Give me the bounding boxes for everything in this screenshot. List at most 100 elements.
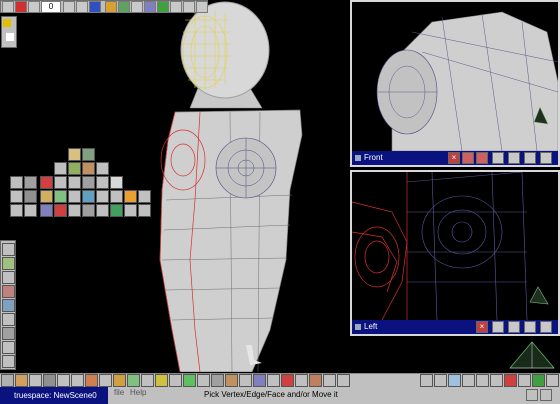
primitive-tool[interactable] bbox=[68, 148, 81, 161]
front-viewport-nav-icon[interactable] bbox=[476, 152, 488, 164]
object-tool[interactable] bbox=[337, 374, 350, 387]
status-tool[interactable] bbox=[540, 389, 552, 401]
side-tool[interactable] bbox=[2, 243, 15, 256]
side-tool[interactable] bbox=[2, 341, 15, 354]
object-tool[interactable] bbox=[85, 374, 98, 387]
primitive-tool[interactable] bbox=[10, 190, 23, 203]
object-tool[interactable] bbox=[267, 374, 280, 387]
left-viewport-nav-icon[interactable] bbox=[492, 321, 504, 333]
left-viewport-close-icon[interactable]: × bbox=[476, 321, 488, 333]
forward-button[interactable] bbox=[76, 1, 88, 13]
object-tool[interactable] bbox=[225, 374, 238, 387]
primitive-tool[interactable] bbox=[54, 176, 67, 189]
side-tool[interactable] bbox=[2, 355, 15, 368]
primitive-tool[interactable] bbox=[82, 162, 95, 175]
primitive-tool[interactable] bbox=[138, 204, 151, 217]
primitive-tool[interactable] bbox=[110, 204, 123, 217]
side-tool[interactable] bbox=[2, 285, 15, 298]
primitive-tool[interactable] bbox=[54, 190, 67, 203]
tool-button-3[interactable] bbox=[131, 1, 143, 13]
status-tool[interactable] bbox=[526, 389, 538, 401]
menu-item-file[interactable]: file bbox=[114, 388, 124, 398]
left-viewport-nav-icon[interactable] bbox=[524, 321, 536, 333]
primitive-tool[interactable] bbox=[96, 162, 109, 175]
color-swatch-primary[interactable] bbox=[3, 19, 11, 27]
object-tool[interactable] bbox=[155, 374, 168, 387]
primitive-tool[interactable] bbox=[40, 176, 53, 189]
front-viewport-close-icon[interactable]: × bbox=[448, 152, 460, 164]
menu-item-help[interactable]: Help bbox=[130, 388, 146, 398]
tool-button-7[interactable] bbox=[183, 1, 195, 13]
object-tool[interactable] bbox=[113, 374, 126, 387]
object-tool[interactable] bbox=[71, 374, 84, 387]
view-tool[interactable] bbox=[476, 374, 489, 387]
left-viewport-nav-icon[interactable] bbox=[508, 321, 520, 333]
primitive-tool[interactable] bbox=[68, 176, 81, 189]
side-tool[interactable] bbox=[2, 271, 15, 284]
tool-button-2[interactable] bbox=[118, 1, 130, 13]
primitive-tool[interactable] bbox=[82, 204, 95, 217]
side-tool[interactable] bbox=[2, 299, 15, 312]
front-view-model[interactable] bbox=[352, 2, 558, 151]
object-tool[interactable] bbox=[183, 374, 196, 387]
primitive-tool[interactable] bbox=[124, 190, 137, 203]
primitive-tool[interactable] bbox=[10, 204, 23, 217]
primitive-tool[interactable] bbox=[40, 204, 53, 217]
color-palette[interactable] bbox=[1, 16, 17, 48]
front-viewport-titlebar[interactable]: Front × bbox=[352, 151, 558, 165]
object-tool[interactable] bbox=[211, 374, 224, 387]
play-button[interactable] bbox=[63, 1, 75, 13]
primitive-tool[interactable] bbox=[96, 190, 109, 203]
front-viewport-nav-icon[interactable] bbox=[462, 152, 474, 164]
object-tool[interactable] bbox=[239, 374, 252, 387]
primitive-tool[interactable] bbox=[24, 190, 37, 203]
front-viewport-nav-icon[interactable] bbox=[492, 152, 504, 164]
primitive-tool[interactable] bbox=[68, 162, 81, 175]
front-viewport[interactable]: Front × bbox=[350, 0, 560, 167]
left-view-wireframe[interactable] bbox=[352, 172, 558, 320]
primitive-tool[interactable] bbox=[124, 204, 137, 217]
primitive-tool[interactable] bbox=[54, 162, 67, 175]
object-tool[interactable] bbox=[323, 374, 336, 387]
color-swatch-secondary[interactable] bbox=[6, 33, 14, 41]
tool-button-6[interactable] bbox=[170, 1, 182, 13]
front-viewport-nav-icon[interactable] bbox=[524, 152, 536, 164]
object-tool[interactable] bbox=[15, 374, 28, 387]
object-tool[interactable] bbox=[29, 374, 42, 387]
object-tool[interactable] bbox=[309, 374, 322, 387]
side-tool[interactable] bbox=[2, 257, 15, 270]
view-tool[interactable] bbox=[518, 374, 531, 387]
primitive-tool[interactable] bbox=[110, 190, 123, 203]
side-tool[interactable] bbox=[2, 327, 15, 340]
primitive-tool[interactable] bbox=[82, 148, 95, 161]
front-viewport-nav-icon[interactable] bbox=[540, 152, 552, 164]
primitive-tool[interactable] bbox=[40, 190, 53, 203]
view-tool[interactable] bbox=[462, 374, 475, 387]
object-tool[interactable] bbox=[141, 374, 154, 387]
object-tool[interactable] bbox=[99, 374, 112, 387]
record-button[interactable] bbox=[15, 1, 27, 13]
taskbar-window-button[interactable]: truespace: NewScene0 bbox=[0, 387, 108, 404]
tool-button-8[interactable] bbox=[196, 1, 208, 13]
view-tool[interactable] bbox=[490, 374, 503, 387]
rewind-button[interactable] bbox=[28, 1, 40, 13]
primitive-tool[interactable] bbox=[68, 204, 81, 217]
object-tool[interactable] bbox=[127, 374, 140, 387]
view-tool[interactable] bbox=[532, 374, 545, 387]
front-viewport-nav-icon[interactable] bbox=[508, 152, 520, 164]
tool-button-4[interactable] bbox=[144, 1, 156, 13]
view-tool[interactable] bbox=[434, 374, 447, 387]
primitive-tool[interactable] bbox=[54, 204, 67, 217]
frame-counter[interactable]: 0 bbox=[41, 1, 61, 13]
left-viewport-nav-icon[interactable] bbox=[540, 321, 552, 333]
primitive-tool[interactable] bbox=[82, 190, 95, 203]
object-tool[interactable] bbox=[1, 374, 14, 387]
end-button[interactable] bbox=[89, 1, 101, 13]
object-tool[interactable] bbox=[43, 374, 56, 387]
primitive-tool[interactable] bbox=[96, 176, 109, 189]
object-tool[interactable] bbox=[197, 374, 210, 387]
primitive-tool[interactable] bbox=[24, 176, 37, 189]
primitive-tool[interactable] bbox=[82, 176, 95, 189]
primitive-tool[interactable] bbox=[10, 176, 23, 189]
view-tool[interactable] bbox=[546, 374, 559, 387]
